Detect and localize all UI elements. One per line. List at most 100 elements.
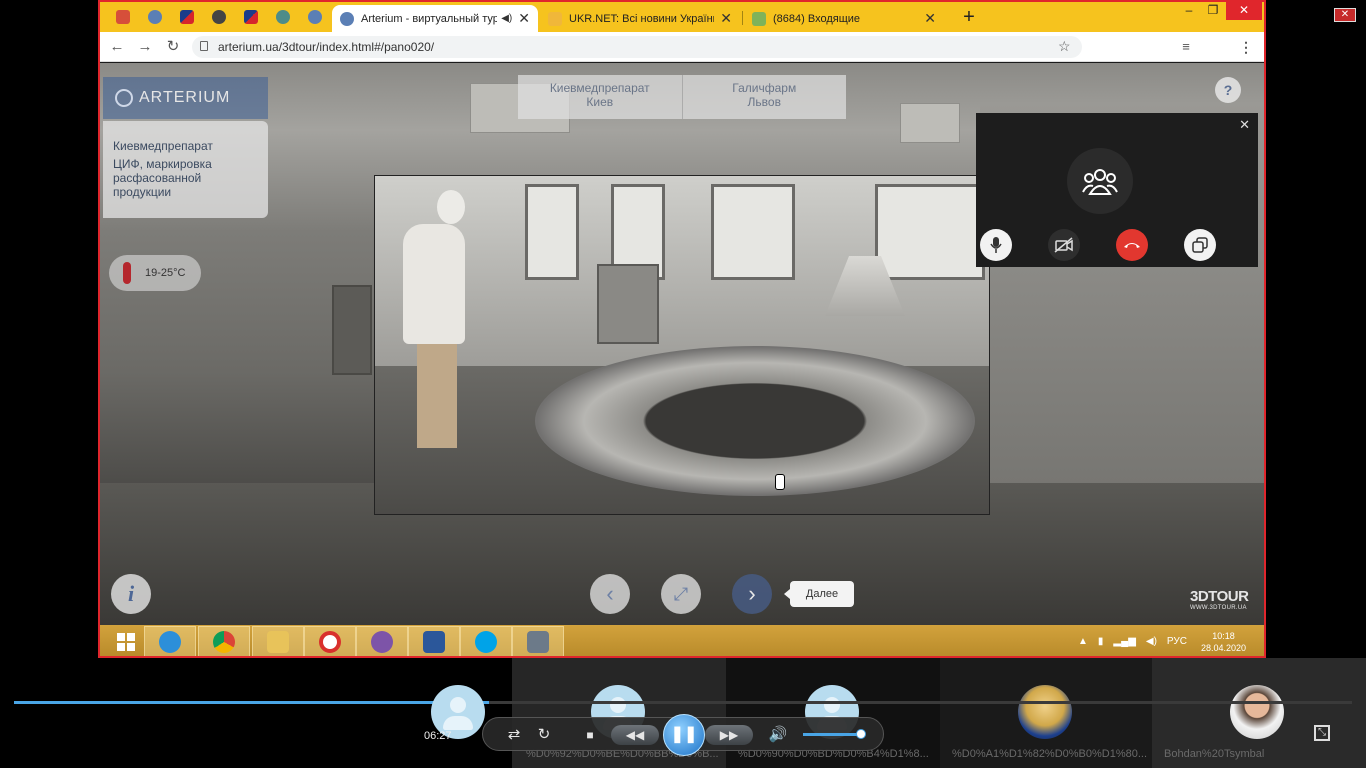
close-tab-icon[interactable]: ✕ xyxy=(518,10,530,27)
clock-time: 10:18 xyxy=(1212,630,1235,641)
extension-id-icon[interactable]: iD xyxy=(1118,39,1134,55)
tour-video[interactable] xyxy=(374,175,990,515)
stop-button[interactable]: ■ xyxy=(579,725,601,745)
volume-slider[interactable] xyxy=(803,733,861,736)
tab-arterium[interactable]: Arterium - виртуальный тур ◀) ✕ xyxy=(332,5,538,32)
pinned-tab[interactable] xyxy=(300,6,330,28)
new-tab-button[interactable]: + xyxy=(958,6,980,28)
elapsed-time: 06:27 xyxy=(424,730,452,742)
pinned-tab[interactable] xyxy=(204,6,234,28)
windows-taskbar: ▲ ▮ ▂▄▆ ◀) РУС 10:18 28.04.2020 xyxy=(100,625,1264,656)
taskbar-file-explorer[interactable] xyxy=(252,626,304,656)
reading-list-icon[interactable]: ≡ xyxy=(1178,39,1194,55)
flag-icon xyxy=(180,10,194,24)
temperature-badge: 19-25°C xyxy=(109,255,201,291)
taskbar-calculator[interactable] xyxy=(512,626,564,656)
network-icon[interactable]: ▮ xyxy=(1098,636,1104,647)
participants-icon xyxy=(1067,148,1133,214)
close-window-button[interactable]: ✕ xyxy=(1226,2,1262,20)
reading-list-glyph: ≡ xyxy=(1182,39,1190,54)
rewind-button[interactable]: ◀◀ xyxy=(611,725,659,745)
pinned-tab[interactable] xyxy=(268,6,298,28)
taskbar-viber[interactable] xyxy=(356,626,408,656)
mail-icon xyxy=(752,11,766,26)
microphone-button[interactable] xyxy=(980,229,1012,261)
door xyxy=(332,285,372,375)
video-window xyxy=(525,184,579,280)
taskbar-word[interactable] xyxy=(408,626,460,656)
reload-button[interactable]: ↻ xyxy=(162,37,184,57)
tour-viewport[interactable]: ARTERIUM Киевмедпрепарат ЦИФ, маркировка… xyxy=(100,63,1264,625)
participant-avatar[interactable] xyxy=(1018,685,1072,739)
video-window xyxy=(711,184,795,280)
close-shared-screen-button[interactable]: ✕ xyxy=(1334,8,1356,22)
word-icon xyxy=(423,630,445,653)
arterium-logo[interactable]: ARTERIUM xyxy=(103,77,268,119)
screen-root: ✕ Arterium - виртуальный тур ◀) ✕ UKR.NE… xyxy=(0,0,1366,768)
taskbar-opera[interactable] xyxy=(304,626,356,656)
globe-icon xyxy=(276,10,290,24)
browser-tab-bar: Arterium - виртуальный тур ◀) ✕ UKR.NET:… xyxy=(100,2,1264,32)
chrome-icon xyxy=(213,630,235,653)
flag-icon xyxy=(244,10,258,24)
camera-off-button[interactable] xyxy=(1048,229,1080,261)
avatar-head xyxy=(824,697,840,713)
forward-button[interactable]: → xyxy=(134,37,156,57)
taskbar-skype[interactable] xyxy=(460,626,512,656)
menu-kebab-icon[interactable]: ⋮ xyxy=(1238,39,1254,55)
calculator-icon xyxy=(527,630,549,653)
pinned-tab[interactable] xyxy=(140,6,170,28)
arterium-icon xyxy=(308,10,322,24)
clock[interactable]: 10:18 28.04.2020 xyxy=(1201,630,1246,654)
location-tab-lviv[interactable]: Галичфарм Львов xyxy=(683,75,847,119)
volume-button[interactable]: 🔊 xyxy=(767,725,789,745)
tab-inbox[interactable]: (8684) Входящие ✕ xyxy=(744,5,944,32)
pause-button[interactable]: ❚❚ xyxy=(663,714,705,756)
brand-name: ARTERIUM xyxy=(139,89,231,106)
location-description: ЦИФ, маркировка расфасованной продукции xyxy=(113,157,212,199)
repeat-button[interactable]: ↻ xyxy=(533,725,555,745)
pinned-tab[interactable] xyxy=(172,6,202,28)
shuffle-button[interactable]: ⇄ xyxy=(503,725,525,745)
pinned-tab[interactable] xyxy=(108,6,138,28)
location-tab-kyiv[interactable]: Киевмедпрепарат Киев xyxy=(518,75,683,119)
address-bar[interactable]: arterium.ua/3dtour/index.html#/pano020/ xyxy=(192,36,1082,58)
close-tab-icon[interactable]: ✕ xyxy=(924,10,936,27)
pinned-tab[interactable] xyxy=(236,6,266,28)
mouse-cursor-icon xyxy=(775,474,785,490)
participant-avatar[interactable] xyxy=(1230,685,1284,739)
signal-icon[interactable]: ▂▄▆ xyxy=(1113,636,1135,647)
taskbar-internet-explorer[interactable] xyxy=(144,626,196,656)
close-icon[interactable]: ✕ xyxy=(1239,117,1250,133)
close-tab-icon[interactable]: ✕ xyxy=(720,10,732,27)
location-tab-city: Львов xyxy=(747,95,781,109)
bookmark-star-icon[interactable]: ☆ xyxy=(1058,38,1071,55)
progress-fill xyxy=(14,701,489,704)
taskbar-chrome[interactable] xyxy=(198,626,250,656)
media-controls: ⇄ ↻ ■ ◀◀ ❚❚ ▶▶ 🔊 xyxy=(482,714,884,756)
fast-forward-button[interactable]: ▶▶ xyxy=(705,725,753,745)
previous-button[interactable]: ‹ xyxy=(590,574,630,614)
restore-button[interactable]: ❐ xyxy=(1198,2,1228,20)
switch-window-button[interactable] xyxy=(1184,229,1216,261)
watermark-url: WWW.3DTOUR.UA xyxy=(1190,605,1247,611)
fullscreen-button[interactable]: ⤢ xyxy=(661,574,701,614)
back-button[interactable]: ← xyxy=(106,37,128,57)
speaker-icon[interactable]: ◀) xyxy=(1146,636,1157,647)
language-indicator[interactable]: РУС xyxy=(1167,636,1187,647)
participant-strip: %D0%92%D0%BE%D0%BB%D0%B... %D0%90%D0%BD%… xyxy=(512,658,1366,768)
help-icon[interactable]: ? xyxy=(1215,77,1241,103)
tab-separator xyxy=(742,11,743,25)
volume-knob[interactable] xyxy=(856,729,866,739)
hang-up-button[interactable] xyxy=(1116,229,1148,261)
tab-ukrnet[interactable]: UKR.NET: Всі новини України, ос ✕ xyxy=(540,5,740,32)
switch-view-button[interactable]: ⤡ xyxy=(1314,725,1330,741)
extension-orange-icon[interactable] xyxy=(1146,39,1162,55)
next-button[interactable]: › xyxy=(732,574,772,614)
tray-overflow-icon[interactable]: ▲ xyxy=(1078,636,1088,647)
extension-green-icon[interactable] xyxy=(1090,39,1106,55)
avatar-shoulders xyxy=(443,716,473,730)
info-button[interactable]: i xyxy=(111,574,151,614)
profile-avatar[interactable]: Б xyxy=(1210,39,1226,55)
audio-playing-icon[interactable]: ◀) xyxy=(501,13,512,24)
